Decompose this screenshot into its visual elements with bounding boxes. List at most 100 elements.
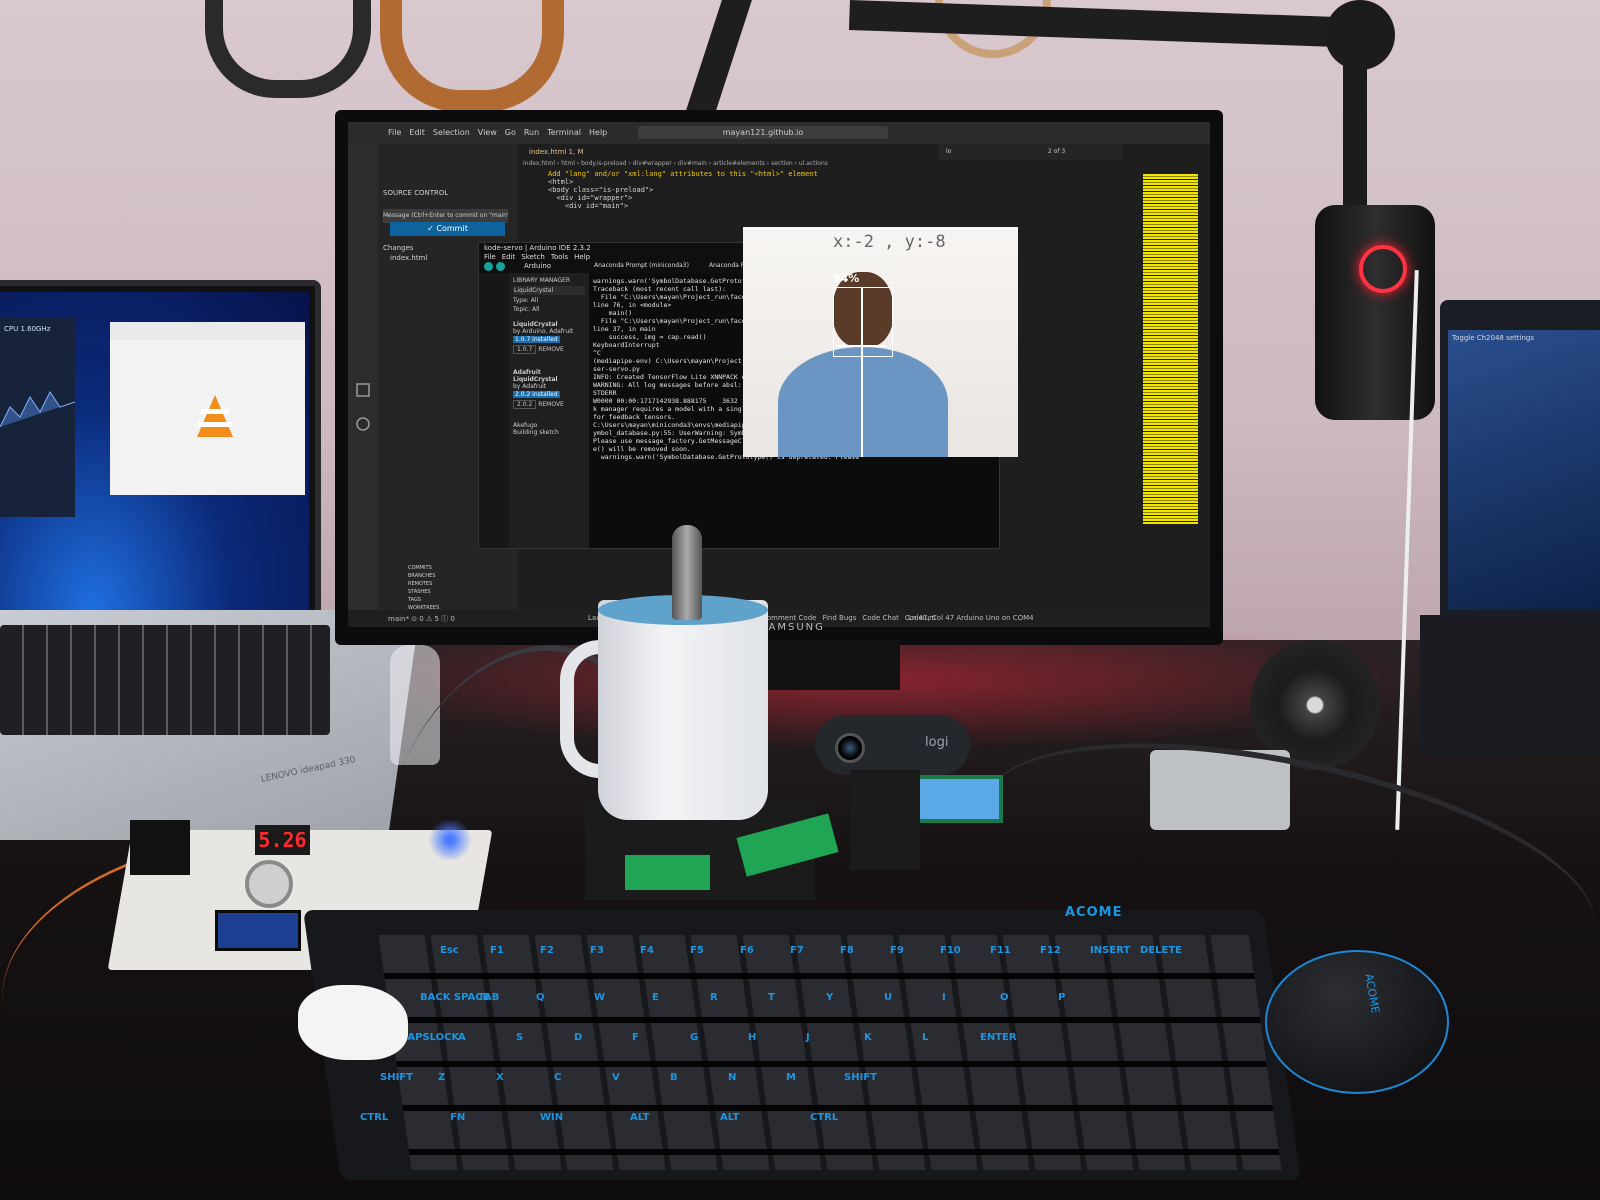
menu-item[interactable]: Sketch [521, 253, 545, 261]
keyboard-brand: ACOME [1065, 905, 1123, 920]
sensor-module [130, 820, 190, 875]
topic-value[interactable]: All [532, 306, 539, 313]
terminal-tab-1[interactable]: Anaconda Prompt (miniconda3) [594, 262, 689, 269]
find-widget[interactable]: lo 2 of 3 [938, 144, 1123, 160]
lib2-name: Adafruit LiquidCrystal [513, 369, 558, 383]
find-count: 2 of 3 [1048, 148, 1066, 155]
code-line[interactable]: <body class="is-preload"> [548, 186, 818, 194]
keyboard-keys[interactable] [378, 935, 1282, 1170]
status-branch[interactable]: main* ⊙ 0 ⚠ 5 ⓘ 0 [388, 614, 455, 624]
vscode-search-input[interactable]: mayan121.github.io [638, 126, 888, 139]
person-body [778, 347, 948, 457]
monitor-brand: SAMSUNG [760, 622, 825, 633]
git-sections: COMMITS BRANCHES REMOTES STASHES TAGS WORKTRE… [408, 564, 439, 612]
lib1-installed-badge: 1.0.7 installed [513, 336, 560, 343]
face-tracker-camera-window[interactable]: x:-2 , y:-8 94% [743, 227, 1018, 457]
code-line[interactable]: <html> [548, 178, 818, 186]
menu-item[interactable]: Edit [409, 128, 425, 137]
code-area[interactable]: Add "lang" and/or "xml:lang" attributes … [548, 170, 818, 210]
lib2-installed-badge: 2.0.2 installed [513, 391, 560, 398]
output-title: Akefugo [513, 422, 538, 429]
code-line[interactable]: Add "lang" and/or "xml:lang" attributes … [548, 170, 818, 178]
menu-item[interactable]: View [478, 128, 497, 137]
arduino-title: kode-servo | Arduino IDE 2.3.2 [484, 244, 591, 252]
type-value[interactable]: All [531, 297, 538, 304]
mic-arm [1343, 60, 1367, 210]
lib1-remove-button[interactable]: REMOVE [538, 346, 564, 353]
changed-file[interactable]: index.html [390, 254, 427, 262]
mouse-brand: ACOME [1362, 972, 1382, 1015]
find-input[interactable]: lo [946, 148, 951, 155]
menu-item[interactable]: Edit [502, 253, 516, 261]
breadcrumb[interactable]: index.html › html › body.is-preload › di… [523, 160, 828, 167]
vscode-menu[interactable]: File Edit Selection View Go Run Terminal Help [388, 128, 615, 137]
lib1-version-select[interactable]: 1.0.7 [513, 345, 537, 354]
editor-tab[interactable]: index.html 1, M [523, 146, 590, 158]
status-item[interactable]: Find Bugs [822, 614, 856, 622]
terminal-block [625, 855, 710, 890]
type-filter[interactable]: Type: All [513, 297, 585, 304]
potentiometer [245, 860, 293, 908]
laptop-left-screen: CPU 1.60GHz [0, 280, 321, 622]
topic-label: Topic: [513, 306, 531, 313]
menu-item[interactable]: File [484, 253, 496, 261]
laptop-right-screen: Toggle Ch2048 settings [1448, 330, 1600, 610]
activity-icons[interactable] [348, 144, 378, 444]
upload-icon[interactable] [496, 262, 505, 271]
task-manager-window[interactable]: CPU 1.60GHz [0, 317, 75, 517]
type-label: Type: [513, 297, 529, 304]
arduino-menu[interactable]: File Edit Sketch Tools Help [484, 253, 596, 261]
mouse[interactable]: ACOME [1265, 950, 1449, 1094]
menu-item[interactable]: Terminal [547, 128, 581, 137]
menu-item[interactable]: Run [524, 128, 539, 137]
webcam: logi [815, 715, 970, 775]
lib2-author: by Adafruit [513, 383, 547, 390]
menu-item[interactable]: Tools [551, 253, 568, 261]
tissue [298, 985, 408, 1060]
mug [598, 600, 768, 820]
minimap-highlights [1143, 174, 1198, 524]
webcam-brand: logi [925, 735, 949, 750]
vlc-cone-icon [197, 395, 233, 437]
git-section[interactable]: COMMITS [408, 564, 439, 572]
git-section[interactable]: REMOTES [408, 580, 439, 588]
oled-display [215, 910, 301, 951]
source-control-title: SOURCE CONTROL [383, 189, 449, 197]
windows-desktop: CPU 1.60GHz [0, 292, 309, 610]
vlc-window[interactable] [110, 322, 305, 495]
seven-segment-display: 5.26 [255, 825, 310, 855]
lcd-module [915, 775, 1003, 823]
status-item[interactable]: Comment Code [762, 614, 816, 622]
vscode-titlebar: File Edit Selection View Go Run Terminal Help m… [348, 122, 1210, 144]
menu-item[interactable]: File [388, 128, 401, 137]
menu-item[interactable]: Help [574, 253, 590, 261]
code-line[interactable]: <div id="main"> [548, 202, 818, 210]
laptop-right-base [1420, 615, 1600, 755]
vscode-minimap[interactable] [1128, 144, 1210, 627]
webcam-stand [850, 770, 920, 870]
commit-button[interactable]: ✓ Commit [390, 222, 505, 236]
changes-label[interactable]: Changes [383, 244, 413, 252]
topic-filter[interactable]: Topic: All [513, 306, 585, 313]
board-selector[interactable]: Arduino [524, 262, 551, 270]
verify-icon[interactable] [484, 262, 493, 271]
laptop-left-keyboard [0, 625, 330, 735]
git-section[interactable]: BRANCHES [408, 572, 439, 580]
menu-item[interactable]: Help [589, 128, 607, 137]
laptop-right-window-title: Toggle Ch2048 settings [1452, 334, 1535, 342]
status-position[interactable]: Ln 47, Col 47 Arduino Uno on COM4 [908, 614, 1034, 622]
code-line[interactable]: <div id="wrapper"> [548, 194, 818, 202]
library-search[interactable]: LiquidCrystal [513, 286, 585, 295]
git-section[interactable]: STASHES [408, 588, 439, 596]
menu-item[interactable]: Selection [433, 128, 470, 137]
status-item[interactable]: Code Chat [862, 614, 899, 622]
lib1-name: LiquidCrystal [513, 321, 558, 328]
lib2-remove-button[interactable]: REMOVE [538, 401, 564, 408]
laptop-right: Toggle Ch2048 settings [1440, 300, 1600, 620]
menu-item[interactable]: Go [505, 128, 516, 137]
cpu-label: CPU 1.60GHz [4, 325, 51, 333]
spoon [672, 525, 702, 620]
lib2-version-select[interactable]: 2.0.2 [513, 400, 537, 409]
git-section[interactable]: TAGS [408, 596, 439, 604]
commit-message-input[interactable]: Message (Ctrl+Enter to commit on "main") [383, 209, 508, 223]
